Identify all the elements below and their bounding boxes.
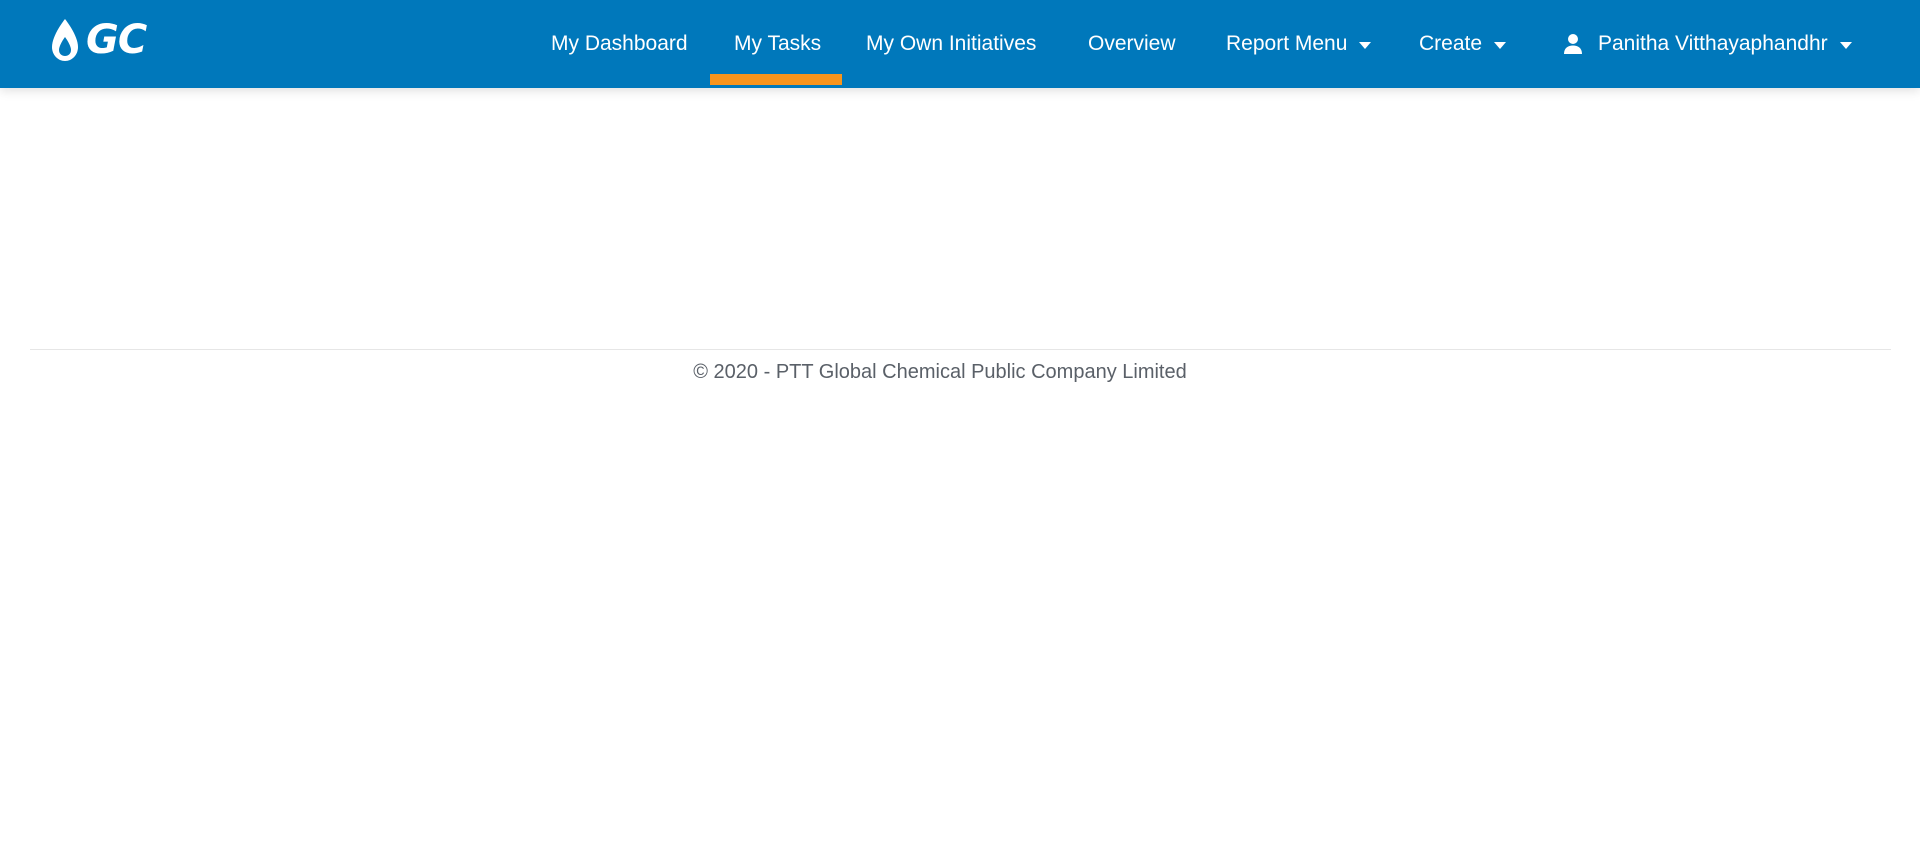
user-menu[interactable]: Panitha Vitthayaphandhr	[1562, 0, 1852, 88]
nav-overview-label: Overview	[1088, 32, 1176, 55]
chevron-down-icon	[1494, 41, 1507, 49]
footer: © 2020 - PTT Global Chemical Public Comp…	[0, 358, 1920, 386]
chevron-down-icon	[1359, 41, 1372, 49]
user-name: Panitha Vitthayaphandhr	[1598, 32, 1828, 55]
nav-overview[interactable]: Overview	[1088, 0, 1176, 88]
nav-create-label: Create	[1419, 32, 1483, 55]
footer-divider	[30, 349, 1891, 350]
logo-text: GC	[86, 17, 147, 63]
nav-my-dashboard-label: My Dashboard	[551, 32, 688, 55]
nav-my-own-initiatives-label: My Own Initiatives	[866, 32, 1037, 55]
nav-my-own-initiatives[interactable]: My Own Initiatives	[866, 0, 1036, 88]
chevron-down-icon	[1839, 41, 1852, 49]
nav-create[interactable]: Create	[1419, 0, 1507, 88]
active-tab-indicator	[710, 74, 842, 85]
nav-my-dashboard[interactable]: My Dashboard	[551, 0, 688, 88]
nav-my-tasks-label: My Tasks	[734, 32, 822, 55]
nav-report-menu-label: Report Menu	[1226, 32, 1348, 55]
gc-drop-icon	[52, 19, 78, 61]
nav-report-menu[interactable]: Report Menu	[1226, 0, 1372, 88]
user-icon	[1564, 34, 1582, 54]
footer-copyright: © 2020 - PTT Global Chemical Public Comp…	[693, 361, 1187, 383]
top-navbar: GC My Dashboard My Tasks My Own Initiati…	[0, 0, 1920, 88]
gc-logo[interactable]: GC	[48, 17, 147, 63]
